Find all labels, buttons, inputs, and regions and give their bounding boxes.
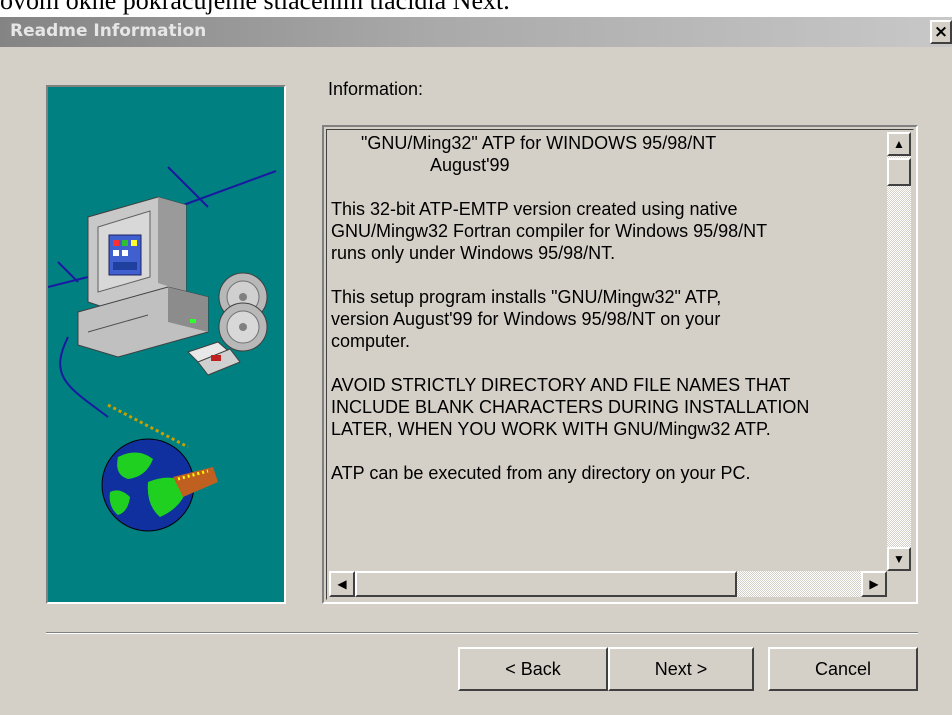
arrow-left-icon: ◀ xyxy=(337,577,347,591)
scroll-left-button[interactable]: ◀ xyxy=(329,571,355,597)
readme-line: This 32-bit ATP-EMTP version created usi… xyxy=(331,199,738,219)
next-button[interactable]: Next > xyxy=(608,647,754,691)
vertical-scrollbar[interactable]: ▲ ▼ xyxy=(887,132,911,571)
readme-text-area[interactable]: "GNU/Ming32" ATP for WINDOWS 95/98/NT Au… xyxy=(322,125,918,604)
information-label: Information: xyxy=(328,79,424,99)
readme-blank-line xyxy=(331,440,897,462)
title-bar[interactable]: Readme Information × xyxy=(0,17,952,47)
readme-line: "GNU/Ming32" ATP for WINDOWS 95/98/NT xyxy=(331,133,717,153)
readme-line: GNU/Mingw32 Fortran compiler for Windows… xyxy=(331,221,768,241)
readme-text-viewport: "GNU/Ming32" ATP for WINDOWS 95/98/NT Au… xyxy=(326,129,914,600)
close-icon: × xyxy=(933,21,949,42)
readme-line: computer. xyxy=(331,331,411,351)
readme-line: LATER, WHEN YOU WORK WITH GNU/Mingw32 AT… xyxy=(331,419,771,439)
readme-line: This setup program installs "GNU/Mingw32… xyxy=(331,287,722,307)
setup-illustration xyxy=(46,85,286,604)
arrow-right-icon: ▶ xyxy=(869,577,879,591)
horizontal-scroll-thumb[interactable] xyxy=(355,571,737,597)
scroll-right-button[interactable]: ▶ xyxy=(861,571,887,597)
readme-line: ATP can be executed from any directory o… xyxy=(331,463,751,483)
readme-line: INCLUDE BLANK CHARACTERS DURING INSTALLA… xyxy=(331,397,810,417)
page-caption: ovom okne pokračujeme stlačením tlačidla… xyxy=(0,0,510,15)
button-separator xyxy=(46,632,918,634)
readme-line: August'99 xyxy=(331,155,510,175)
computer-globe-illustration xyxy=(48,166,277,532)
horizontal-scrollbar[interactable]: ◀ ▶ xyxy=(329,571,887,597)
readme-blank-line xyxy=(331,264,897,286)
readme-line: AVOID STRICTLY DIRECTORY AND FILE NAMES … xyxy=(331,375,791,395)
arrow-up-icon: ▲ xyxy=(893,137,905,151)
vertical-scroll-thumb[interactable] xyxy=(887,158,911,186)
scroll-down-button[interactable]: ▼ xyxy=(887,547,911,571)
scroll-up-button[interactable]: ▲ xyxy=(887,132,911,156)
readme-blank-line xyxy=(331,176,897,198)
readme-line: runs only under Windows 95/98/NT. xyxy=(331,243,616,263)
scrollbar-corner xyxy=(887,571,911,597)
readme-dialog: Readme Information × Information: "GNU/M… xyxy=(0,17,952,715)
arrow-down-icon: ▼ xyxy=(893,552,905,566)
cancel-button[interactable]: Cancel xyxy=(768,647,918,691)
readme-text: "GNU/Ming32" ATP for WINDOWS 95/98/NT Au… xyxy=(331,132,897,484)
close-button[interactable]: × xyxy=(930,20,952,44)
readme-blank-line xyxy=(331,352,897,374)
window-title: Readme Information xyxy=(10,21,207,41)
readme-line: version August'99 for Windows 95/98/NT o… xyxy=(331,309,721,329)
back-button[interactable]: < Back xyxy=(458,647,608,691)
